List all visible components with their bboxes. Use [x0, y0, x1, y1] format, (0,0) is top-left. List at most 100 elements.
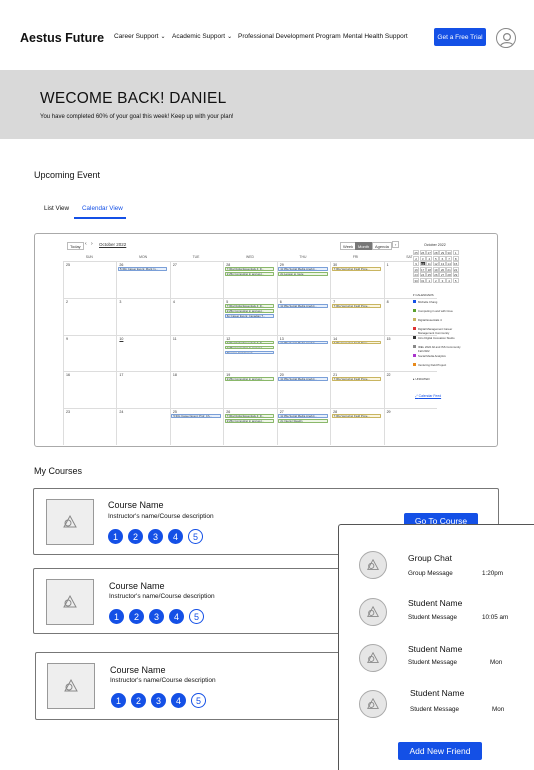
prev-month-icon[interactable]: ‹ — [85, 241, 87, 247]
chat-name[interactable]: Group Chat — [408, 553, 452, 563]
calendar-list-item[interactable]: IDEL 2022 All and ISS Community Fall 202… — [413, 345, 462, 353]
calendar-event[interactable]: 2p Interior Readin — [278, 419, 328, 423]
calendar-day-cell[interactable]: 23 — [63, 408, 117, 445]
chat-name[interactable]: Student Name — [408, 598, 462, 608]
user-avatar-icon[interactable] — [496, 28, 516, 48]
calendar-list-item[interactable]: Digital Management Career Management Com… — [413, 327, 462, 335]
nav-mental-health[interactable]: Mental Health Support — [343, 33, 408, 40]
next-month-icon[interactable]: › — [91, 241, 93, 247]
mini-calendar-day[interactable]: 17 — [419, 266, 426, 272]
student-avatar-icon[interactable] — [359, 690, 387, 718]
mini-calendar-day[interactable]: 1 — [426, 278, 433, 283]
site-logo[interactable]: Aestus Future — [20, 31, 104, 45]
student-avatar-icon[interactable] — [359, 644, 387, 672]
calendar-event[interactable]: 7:00a Digital Essentials 4: D... — [224, 340, 275, 345]
mini-calendar-day[interactable]: 26 — [432, 272, 439, 278]
calendar-day-cell[interactable]: 25 — [63, 261, 117, 298]
mini-calendar-day[interactable]: 18 — [426, 266, 433, 272]
calendar-event[interactable]: 2p Lesson to route — [278, 272, 328, 276]
step-badge[interactable]: 4 — [169, 609, 184, 624]
step-badge[interactable]: 3 — [149, 609, 164, 624]
mini-calendar-day[interactable]: 3 — [439, 278, 446, 283]
calendar-day-cell[interactable]: 3 — [116, 297, 170, 335]
mini-calendar-day[interactable]: 27 — [439, 272, 446, 278]
mini-calendar-day[interactable]: 14 — [446, 261, 453, 267]
mini-calendar-day[interactable]: 21 — [446, 266, 453, 272]
calendar-list-item[interactable]: Social Media Analytics — [413, 354, 446, 358]
nav-career-support[interactable]: Career Support ⌄ — [114, 33, 165, 40]
mini-calendar-day[interactable]: 27 — [426, 250, 433, 255]
calendar-event[interactable]: 7:00a Digital Essentials 4: D... — [224, 303, 275, 308]
course-name[interactable]: Course Name — [109, 581, 165, 591]
mini-calendar-day[interactable]: 30 — [413, 278, 420, 283]
calendar-list-item[interactable]: Intro Digital Innovation Studio — [413, 336, 455, 340]
mini-calendar-day[interactable]: 30 — [446, 250, 453, 255]
step-badge[interactable]: 3 — [148, 529, 163, 544]
step-badge[interactable]: 4 — [168, 529, 183, 544]
mini-calendar-day[interactable]: 13 — [439, 261, 446, 267]
calendar-event[interactable]: 7:00a Venturing Field Proje... — [331, 377, 382, 382]
step-badge[interactable]: 3 — [151, 693, 166, 708]
mini-calendar-day[interactable]: 26 — [419, 250, 426, 255]
calendar-event[interactable]: 7:00a Venturing Field Proje... — [331, 414, 382, 418]
calendar-event[interactable]: 2:25p Computing in and wel... — [224, 345, 275, 350]
calendar-day-cell[interactable]: 17 — [116, 371, 170, 409]
mini-calendar-day[interactable]: 24 — [419, 272, 426, 278]
step-badge-current[interactable]: 5 — [188, 529, 203, 544]
view-month-button[interactable]: Month — [355, 242, 373, 250]
calendar-event[interactable]: 5:30p Career Event: Mock In... — [117, 267, 168, 271]
mini-calendar-day[interactable]: 28 — [446, 272, 453, 278]
step-badge[interactable]: 1 — [111, 693, 126, 708]
view-week-button[interactable]: Week — [340, 242, 357, 250]
mini-calendar-day[interactable]: 5 — [432, 255, 439, 261]
mini-calendar-day[interactable]: 19 — [432, 266, 439, 272]
calendar-event[interactable]: 5:30p Career Event: Prof. Ch... — [171, 414, 221, 418]
calendar-day-cell[interactable]: 24 — [116, 408, 170, 445]
calendar-event[interactable]: 7:00a Digital Essentials 4: D... — [224, 267, 275, 271]
mini-calendar-day[interactable]: 1 — [452, 250, 459, 255]
mini-calendar-day[interactable]: 4 — [426, 255, 433, 261]
step-badge-current[interactable]: 5 — [189, 609, 204, 624]
calendar-event[interactable]: 2:25p Computing in and wel... — [224, 272, 275, 276]
mini-calendar-day[interactable]: 29 — [452, 272, 459, 278]
calendar-day-cell[interactable]: 2 — [63, 297, 117, 335]
step-badge[interactable]: 2 — [129, 609, 144, 624]
mini-calendar-day[interactable]: 4 — [446, 278, 453, 283]
mini-calendar-day[interactable]: 23 — [413, 272, 420, 278]
calendar-event[interactable]: 11:05a Social Media Analyti... — [278, 303, 328, 308]
step-badge[interactable]: 4 — [171, 693, 186, 708]
step-badge[interactable]: 2 — [128, 529, 143, 544]
mini-calendar-day[interactable]: 7 — [446, 255, 453, 261]
student-avatar-icon[interactable] — [359, 598, 387, 626]
mini-calendar-day[interactable]: 3 — [419, 255, 426, 261]
mini-calendar-day[interactable]: 2 — [413, 255, 420, 261]
step-badge-current[interactable]: 5 — [191, 693, 206, 708]
mini-calendar-day[interactable]: 2 — [432, 278, 439, 283]
calendar-event[interactable]: 11:05a Social Media Analyti... — [278, 377, 328, 382]
mini-calendar-day[interactable]: 10 — [419, 261, 426, 267]
calendar-event[interactable]: 7:00a Venturing Field Proje... — [331, 340, 382, 345]
calendar-event[interactable]: 2:25p Computing in and wel... — [224, 308, 275, 313]
mini-calendar-day[interactable]: 11 — [426, 261, 433, 267]
mini-calendar-day[interactable]: 6 — [439, 255, 446, 261]
view-agenda-button[interactable]: Agenda — [372, 242, 392, 250]
calendar-list-item[interactable]: Michelle Chang — [413, 300, 437, 304]
calendar-month-label[interactable]: October 2022 — [99, 242, 126, 247]
tab-calendar-view[interactable]: Calendar View — [82, 205, 123, 212]
chat-name[interactable]: Student Name — [408, 644, 462, 654]
tab-list-view[interactable]: List View — [44, 205, 69, 212]
calendar-event[interactable]: 2:25p Computing in and wel... — [224, 377, 275, 382]
today-button[interactable]: Today — [67, 242, 84, 250]
calendar-day-cell[interactable]: 10 — [116, 334, 170, 372]
mini-calendar-day[interactable]: 16 — [413, 266, 420, 272]
calendar-event[interactable]: 7:00a Digital Essentials 4: D... — [224, 414, 275, 418]
calendar-event[interactable]: 11:05a Social Media Analyti... — [278, 414, 328, 418]
add-new-friend-button[interactable]: Add New Friend — [398, 742, 482, 760]
calendar-day-cell[interactable]: 9 — [63, 334, 117, 372]
calendar-day-cell[interactable]: 27 — [169, 261, 224, 298]
calendar-event[interactable]: Resume Assignment — [224, 350, 275, 355]
calendar-day-cell[interactable]: 16 — [63, 371, 117, 409]
step-badge[interactable]: 1 — [109, 609, 124, 624]
calendar-list-item[interactable]: Venturing Field Project — [413, 363, 446, 367]
calendar-event[interactable]: 11:05a Social Media Analyti... — [278, 267, 328, 271]
